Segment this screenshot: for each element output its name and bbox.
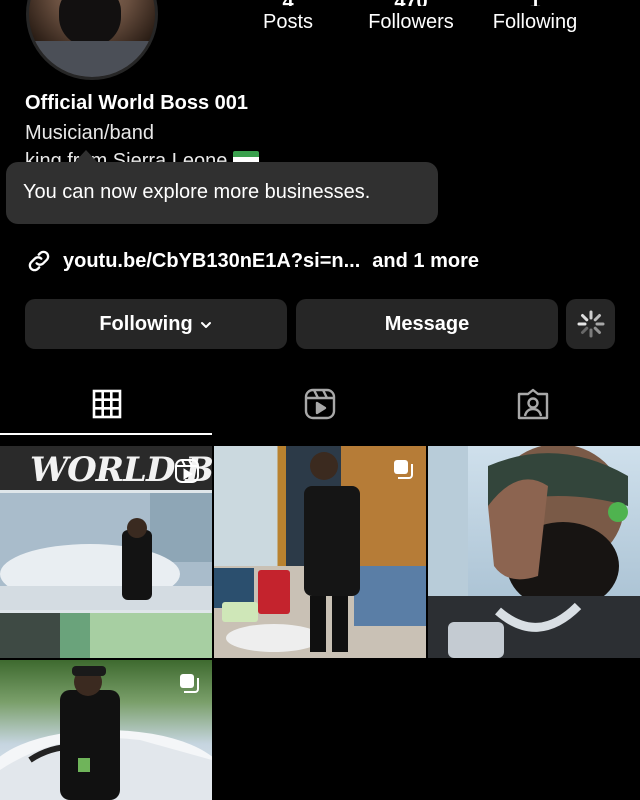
profile-bio-text: king from Sierra Leone (25, 150, 228, 162)
post-thumbnail (428, 446, 640, 658)
carousel-indicator-icon (180, 674, 199, 693)
profile-bio: king from Sierra Leone (25, 150, 260, 162)
tab-tagged[interactable] (426, 372, 639, 436)
tagged-icon (517, 388, 548, 420)
avatar-beard (59, 0, 121, 47)
post-tile-1[interactable]: WORLD BOSS (0, 446, 212, 658)
loading-spinner-icon (577, 310, 604, 338)
stat-following-label: Following (492, 11, 578, 33)
profile-tabs (0, 372, 640, 436)
following-button[interactable]: Following (25, 299, 287, 349)
stat-followers-count: 470 (346, 0, 476, 6)
message-button-label: Message (384, 312, 470, 335)
grid-icon (92, 389, 121, 419)
chevron-down-icon (200, 322, 211, 328)
stat-followers[interactable]: 470 Followers (346, 0, 476, 34)
sierra-leone-flag-icon (233, 151, 260, 162)
stat-followers-label: Followers (368, 11, 454, 33)
tooltip-text: You can now explore more businesses. (23, 181, 371, 203)
link-icon (28, 250, 50, 272)
stat-posts-count: 4 (223, 0, 353, 6)
reel-indicator-icon (175, 459, 199, 483)
posts-grid: WORLD BOSS (0, 446, 640, 800)
profile-category[interactable]: Musician/band (25, 122, 154, 145)
post-tile-3[interactable] (428, 446, 640, 658)
suggested-accounts-button[interactable] (566, 299, 615, 349)
link-more[interactable]: and 1 more (372, 250, 479, 273)
post-tile-4[interactable] (0, 660, 212, 800)
tab-reels[interactable] (213, 372, 426, 436)
reels-icon (304, 388, 335, 420)
tab-posts[interactable] (0, 372, 213, 436)
active-tab-indicator (0, 433, 212, 435)
link-url[interactable]: youtu.be/CbYB130nE1A?si=n... (63, 250, 360, 273)
stat-posts-label: Posts (262, 11, 314, 33)
stat-following-count: 1 (470, 0, 600, 6)
stat-following[interactable]: 1 Following (470, 0, 600, 34)
avatar-shirt (29, 41, 155, 77)
stat-posts[interactable]: 4 Posts (223, 0, 353, 34)
profile-links[interactable]: youtu.be/CbYB130nE1A?si=n... and 1 more (25, 247, 479, 275)
profile-avatar[interactable] (26, 0, 158, 80)
post-tile-2[interactable] (214, 446, 426, 658)
tooltip-explore-businesses[interactable]: You can now explore more businesses. (6, 162, 438, 224)
profile-name: Official World Boss 001 (25, 92, 249, 114)
following-button-label: Following (99, 312, 193, 335)
carousel-indicator-icon (394, 460, 413, 479)
message-button[interactable]: Message (296, 299, 558, 349)
